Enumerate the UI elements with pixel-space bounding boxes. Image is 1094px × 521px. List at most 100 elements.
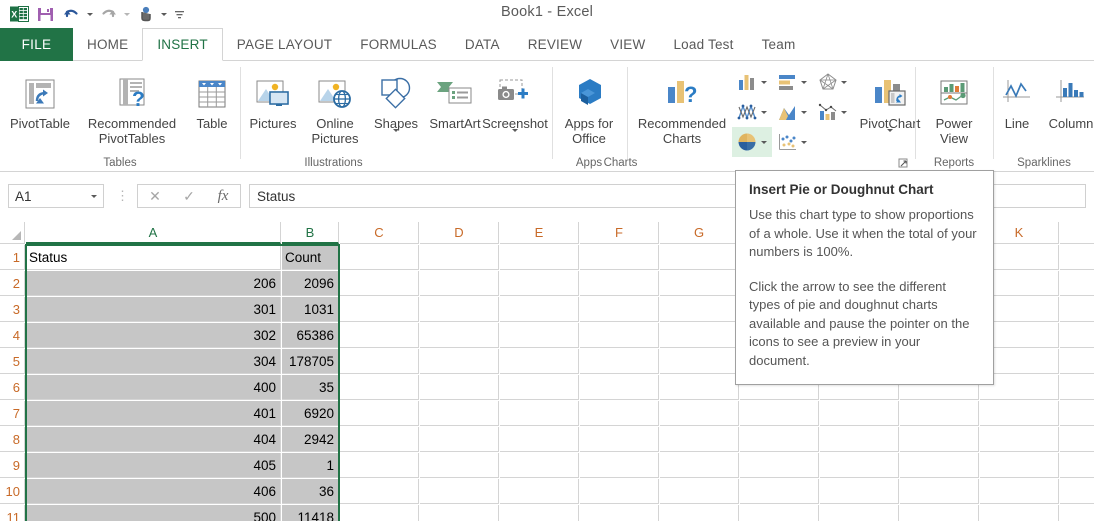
insert-combo-chart-button[interactable] [812,97,852,127]
table-row[interactable] [500,323,579,348]
shapes-dropdown-icon[interactable] [393,129,399,150]
table-row[interactable] [980,401,1059,426]
row-header-10[interactable]: 10 [0,479,25,504]
row-header-4[interactable]: 4 [0,323,25,348]
area-chart-dropdown-icon[interactable] [801,110,807,114]
cell-B4[interactable]: 65386 [282,323,339,348]
table-row[interactable] [340,323,419,348]
cell-B7[interactable]: 6920 [282,401,339,426]
column-chart-dropdown-icon[interactable] [761,80,767,84]
column-header-g[interactable]: G [660,222,739,244]
table-row[interactable] [580,401,659,426]
select-all-corner[interactable] [0,222,25,244]
cell-A1[interactable]: Status [26,245,281,270]
cell-B6[interactable]: 35 [282,375,339,400]
insert-function-icon[interactable]: fx [206,185,240,207]
tab-home[interactable]: HOME [73,28,142,61]
power-view-button[interactable]: Power View [916,65,992,146]
table-row[interactable] [660,245,739,270]
table-row[interactable] [580,427,659,452]
insert-line-chart-button[interactable] [732,97,772,127]
table-row[interactable] [420,297,499,322]
pictures-button[interactable]: Pictures [243,65,303,131]
table-row[interactable] [660,427,739,452]
cell-A9[interactable]: 405 [26,453,281,478]
table-button[interactable]: Table [186,65,238,131]
tab-formulas[interactable]: FORMULAS [346,28,451,61]
table-row[interactable] [1060,245,1094,270]
column-header-l[interactable] [1060,222,1094,244]
tab-view[interactable]: VIEW [596,28,659,61]
cell-B2[interactable]: 2096 [282,271,339,296]
row-header-3[interactable]: 3 [0,297,25,322]
line-chart-dropdown-icon[interactable] [761,110,767,114]
bar-chart-dropdown-icon[interactable] [801,80,807,84]
table-row[interactable] [660,453,739,478]
cell-A8[interactable]: 404 [26,427,281,452]
sparkline-line-button[interactable]: Line [994,65,1040,131]
table-row[interactable] [420,245,499,270]
sparkline-column-button[interactable]: Column [1040,65,1094,131]
table-row[interactable] [1060,271,1094,296]
table-row[interactable] [500,375,579,400]
cell-A4[interactable]: 302 [26,323,281,348]
enter-icon[interactable]: ✓ [172,185,206,207]
cell-A11[interactable]: 500 [26,505,281,521]
table-row[interactable] [580,271,659,296]
column-header-b[interactable]: B [282,222,339,244]
table-row[interactable] [500,245,579,270]
screenshot-button[interactable]: Screenshot [482,65,548,150]
table-row[interactable] [740,505,819,521]
table-row[interactable] [420,505,499,521]
table-row[interactable] [820,453,899,478]
table-row[interactable] [900,401,979,426]
table-row[interactable] [340,479,419,504]
table-row[interactable] [500,427,579,452]
table-row[interactable] [740,427,819,452]
table-row[interactable] [820,427,899,452]
table-row[interactable] [420,323,499,348]
table-row[interactable] [1060,401,1094,426]
table-row[interactable] [580,505,659,521]
table-row[interactable] [660,297,739,322]
cell-B1[interactable]: Count [282,245,339,270]
recommended-pivottables-button[interactable]: ? Recommended PivotTables [74,65,190,146]
cell-B8[interactable]: 2942 [282,427,339,452]
table-row[interactable] [420,479,499,504]
cell-B11[interactable]: 11418 [282,505,339,521]
table-row[interactable] [340,453,419,478]
table-row[interactable] [660,349,739,374]
table-row[interactable] [980,479,1059,504]
table-row[interactable] [740,401,819,426]
cell-A6[interactable]: 400 [26,375,281,400]
table-row[interactable] [420,427,499,452]
column-header-c[interactable]: C [340,222,419,244]
cell-A7[interactable]: 401 [26,401,281,426]
table-row[interactable] [340,271,419,296]
table-row[interactable] [420,271,499,296]
table-row[interactable] [740,479,819,504]
insert-stock-surface-radar-chart-button[interactable] [812,67,852,97]
apps-for-office-button[interactable]: Apps for Office [553,65,625,146]
table-row[interactable] [820,505,899,521]
cell-A10[interactable]: 406 [26,479,281,504]
column-header-e[interactable]: E [500,222,579,244]
tab-data[interactable]: DATA [451,28,514,61]
table-row[interactable] [580,349,659,374]
table-row[interactable] [1060,453,1094,478]
column-header-d[interactable]: D [420,222,499,244]
tab-review[interactable]: REVIEW [514,28,596,61]
table-row[interactable] [980,505,1059,521]
cancel-icon[interactable]: ✕ [138,185,172,207]
table-row[interactable] [340,401,419,426]
table-row[interactable] [580,453,659,478]
insert-scatter-chart-button[interactable] [772,127,812,157]
row-header-11[interactable]: 11 [0,505,25,521]
insert-pie-doughnut-chart-button[interactable] [732,127,772,157]
cell-A3[interactable]: 301 [26,297,281,322]
table-row[interactable] [340,349,419,374]
row-header-9[interactable]: 9 [0,453,25,478]
table-row[interactable] [900,427,979,452]
table-row[interactable] [580,375,659,400]
table-row[interactable] [420,453,499,478]
